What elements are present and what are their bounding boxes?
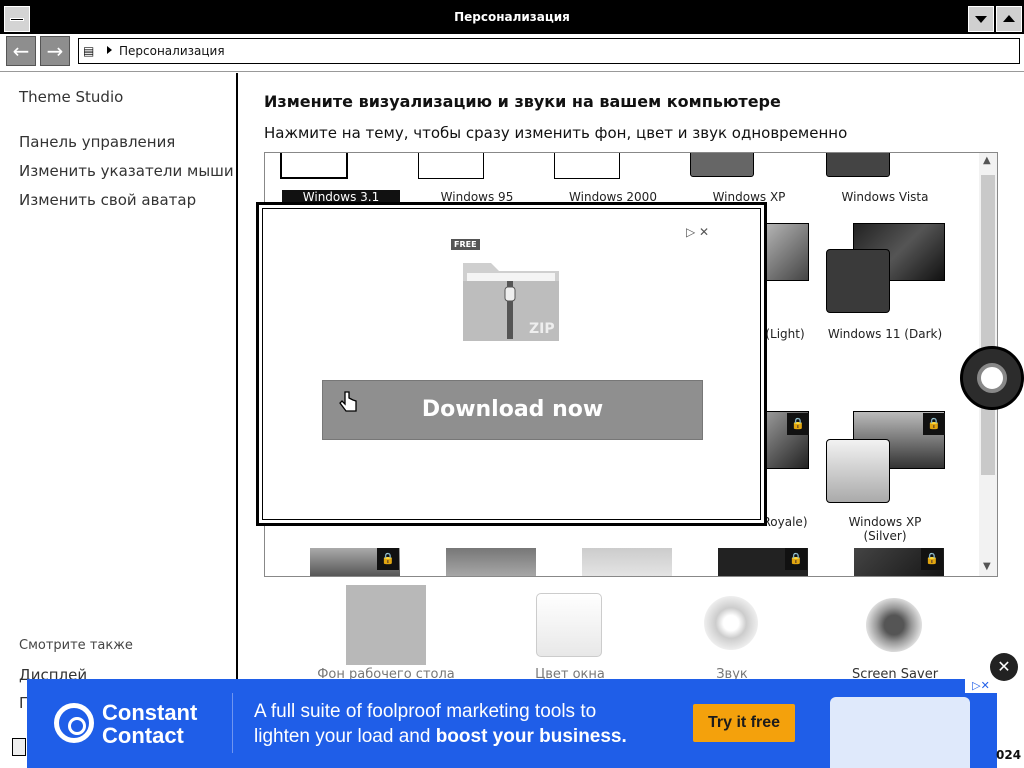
brand-name: Constant Contact: [102, 701, 197, 747]
constant-contact-logo-icon: [54, 703, 94, 743]
taskbar-icon[interactable]: [12, 738, 26, 756]
arrow-right-icon: →: [46, 39, 64, 63]
lock-icon: 🔒: [377, 548, 399, 570]
window-title: Персонализация: [454, 10, 570, 24]
theme-thumb-xp-silver[interactable]: [826, 439, 890, 503]
tagline-regular: lighten your load and: [254, 726, 436, 747]
title-bar: Персонализация: [0, 0, 1024, 34]
theme-thumb-windowsvista[interactable]: [826, 153, 890, 177]
hand-cursor-icon: [339, 391, 357, 412]
sidebar: Theme Studio Панель управления Изменить …: [0, 73, 238, 768]
close-icon[interactable]: ✕: [990, 653, 1018, 681]
see-also-title: Смотрите также: [19, 638, 133, 653]
maximize-button[interactable]: [996, 6, 1022, 32]
theme-label-win11-dark[interactable]: Windows 11 (Dark): [826, 327, 944, 341]
address-bar: ← → ▤ Персонализация: [0, 34, 1024, 72]
theme-label-windowsvista[interactable]: Windows Vista: [826, 190, 944, 204]
floating-record-button[interactable]: [960, 346, 1024, 410]
theme-label-xp-silver[interactable]: Windows XP (Silver): [826, 515, 944, 543]
free-badge: FREE: [451, 239, 480, 250]
phone-mockup-image: [830, 697, 970, 768]
page-subtitle: Нажмите на тему, чтобы сразу изменить фо…: [264, 124, 848, 142]
theme-thumb-windows2000[interactable]: [554, 153, 620, 179]
banner-divider: [232, 693, 233, 753]
address-field[interactable]: ▤ Персонализация: [78, 38, 1020, 64]
sidebar-item-mouse-pointers[interactable]: Изменить указатели мыши: [19, 162, 234, 180]
sidebar-item-avatar[interactable]: Изменить свой аватар: [19, 191, 196, 209]
screen-saver-icon[interactable]: [866, 598, 922, 652]
theme-thumb-row4-3[interactable]: [582, 548, 672, 576]
banner-tagline: A full suite of foolproof marketing tool…: [254, 699, 627, 749]
record-icon: [977, 363, 1007, 393]
theme-thumb-win11-dark[interactable]: [826, 249, 890, 313]
breadcrumb[interactable]: Персонализация: [119, 44, 225, 58]
theme-thumb-windows31[interactable]: [280, 153, 348, 179]
tagline-line-1: A full suite of foolproof marketing tool…: [254, 701, 597, 722]
page-title: Измените визуализацию и звуки на вашем к…: [264, 92, 781, 111]
forward-button[interactable]: →: [40, 36, 70, 66]
lock-icon: 🔒: [785, 548, 807, 570]
breadcrumb-arrow-icon[interactable]: [107, 46, 112, 54]
zip-folder-icon: ZIP: [463, 263, 559, 341]
ad-popup: ▷ ✕ FREE ZIP Download now: [256, 202, 767, 526]
minimize-button[interactable]: [968, 6, 994, 32]
sidebar-item-theme-studio[interactable]: Theme Studio: [19, 88, 123, 106]
chevron-up-icon: [1003, 15, 1015, 22]
chevron-up-icon[interactable]: ▲: [983, 155, 991, 166]
try-it-free-button[interactable]: Try it free: [693, 704, 795, 742]
brand-line-2: Contact: [102, 723, 184, 748]
theme-thumb-windows95[interactable]: [418, 153, 484, 179]
adchoices-icon[interactable]: ▷✕: [965, 679, 997, 693]
theme-thumb-windowsxp[interactable]: [690, 153, 754, 177]
theme-thumb-row4-2[interactable]: [446, 548, 536, 576]
speaker-icon[interactable]: [704, 596, 758, 650]
arrow-left-icon: ←: [12, 39, 30, 63]
brand-line-1: Constant: [102, 700, 198, 725]
tagline-line-2: lighten your load and boost your busines…: [254, 724, 627, 749]
lock-icon: 🔒: [921, 548, 943, 570]
chevron-down-icon: [975, 16, 987, 23]
control-panel-icon: ▤: [83, 44, 95, 58]
zip-label: ZIP: [529, 321, 555, 337]
download-now-button[interactable]: Download now: [322, 380, 703, 440]
chevron-down-icon[interactable]: ▼: [983, 561, 991, 572]
lock-icon: 🔒: [923, 413, 945, 435]
desktop-background-icon[interactable]: [346, 585, 426, 665]
ad-banner[interactable]: Constant Contact A full suite of foolpro…: [27, 679, 997, 768]
sidebar-item-control-panel[interactable]: Панель управления: [19, 133, 175, 151]
window-color-icon[interactable]: [536, 593, 602, 657]
scrollbar-thumb[interactable]: [981, 175, 995, 475]
adchoices-icon[interactable]: ▷ ✕: [686, 225, 709, 239]
lock-icon: 🔒: [787, 413, 809, 435]
back-button[interactable]: ←: [6, 36, 36, 66]
clock-fragment: 024: [996, 748, 1022, 762]
tagline-bold: boost your business.: [435, 726, 627, 747]
